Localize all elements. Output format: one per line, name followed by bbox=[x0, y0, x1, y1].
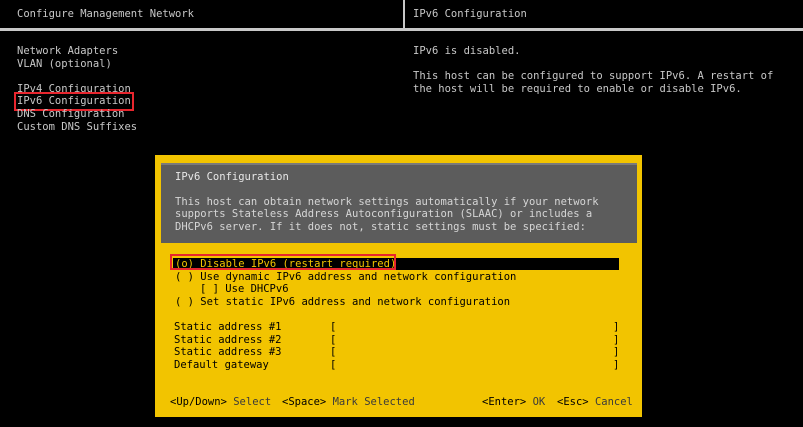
field-label-static-address-1: Static address #1 bbox=[174, 321, 282, 333]
menu-item-custom-dns-suffixes[interactable]: Custom DNS Suffixes bbox=[17, 121, 137, 134]
menu-item-ipv6-configuration[interactable]: IPv6 Configuration bbox=[14, 92, 134, 111]
key-esc: <Esc> bbox=[557, 396, 589, 408]
field-close-bracket: ] bbox=[613, 346, 620, 358]
info-description-line1: This host can be configured to support I… bbox=[413, 70, 774, 82]
ipv6-status-text: IPv6 is disabled. bbox=[413, 45, 521, 57]
footer-cancel-hint[interactable]: <Esc> Cancel bbox=[557, 396, 633, 409]
key-space: <Space> bbox=[282, 396, 327, 408]
option-static-ipv6[interactable]: ( ) Set static IPv6 address and network … bbox=[175, 296, 510, 309]
radio-unselected: ( ) bbox=[175, 271, 194, 283]
field-label-default-gateway: Default gateway bbox=[174, 359, 269, 371]
option-dynamic-ipv6[interactable]: ( ) Use dynamic IPv6 address and network… bbox=[175, 271, 516, 284]
footer-space-hint: <Space> Mark Selected bbox=[282, 396, 415, 409]
footer-ok-hint[interactable]: <Enter> OK bbox=[482, 396, 545, 409]
field-open-bracket[interactable]: [ bbox=[330, 321, 336, 334]
option-label: Use DHCPv6 bbox=[225, 283, 289, 295]
dialog-intro-line1: This host can obtain network settings au… bbox=[175, 196, 599, 208]
footer-nav-hint: <Up/Down> Select bbox=[170, 396, 271, 409]
dialog-intro-line3: DHCPv6 server. If it does not, static se… bbox=[175, 221, 586, 233]
option-label: Set static IPv6 address and network conf… bbox=[200, 296, 511, 308]
option-label: Use dynamic IPv6 address and network con… bbox=[200, 271, 517, 283]
field-close-bracket: ] bbox=[613, 334, 620, 346]
screen-title: Configure Management Network bbox=[17, 8, 195, 20]
field-open-bracket[interactable]: [ bbox=[330, 346, 336, 359]
key-label: Cancel bbox=[594, 396, 633, 408]
field-close-bracket: ] bbox=[613, 321, 620, 333]
key-up-down: <Up/Down> bbox=[170, 396, 227, 408]
checkbox-unchecked: [ ] bbox=[200, 283, 219, 295]
field-open-bracket[interactable]: [ bbox=[330, 359, 336, 372]
menu-item-ipv4-configuration[interactable]: IPv4 Configuration bbox=[17, 83, 131, 96]
menu-item-vlan[interactable]: VLAN (optional) bbox=[17, 58, 112, 71]
annotation-box bbox=[170, 254, 396, 270]
header-rule bbox=[0, 28, 803, 31]
field-label-static-address-2: Static address #2 bbox=[174, 334, 282, 346]
radio-unselected: ( ) bbox=[175, 296, 194, 308]
menu-item-dns-configuration[interactable]: DNS Configuration bbox=[17, 108, 124, 121]
field-close-bracket: ] bbox=[613, 359, 620, 371]
checkbox-use-dhcpv6[interactable]: [ ] Use DHCPv6 bbox=[200, 283, 289, 296]
dialog-title: IPv6 Configuration bbox=[175, 171, 289, 183]
field-label-static-address-3: Static address #3 bbox=[174, 346, 282, 358]
field-open-bracket[interactable]: [ bbox=[330, 334, 336, 347]
panel-title: IPv6 Configuration bbox=[413, 8, 527, 20]
key-label: OK bbox=[532, 396, 546, 408]
key-label: Select bbox=[233, 396, 272, 408]
dialog-intro-line2: supports Stateless Address Autoconfigura… bbox=[175, 208, 593, 220]
info-description-line2: the host will be required to enable or d… bbox=[413, 83, 742, 95]
menu-item-network-adapters[interactable]: Network Adapters bbox=[17, 45, 118, 58]
key-enter: <Enter> bbox=[482, 396, 527, 408]
key-label: Mark Selected bbox=[332, 396, 415, 408]
header-divider bbox=[403, 0, 405, 31]
